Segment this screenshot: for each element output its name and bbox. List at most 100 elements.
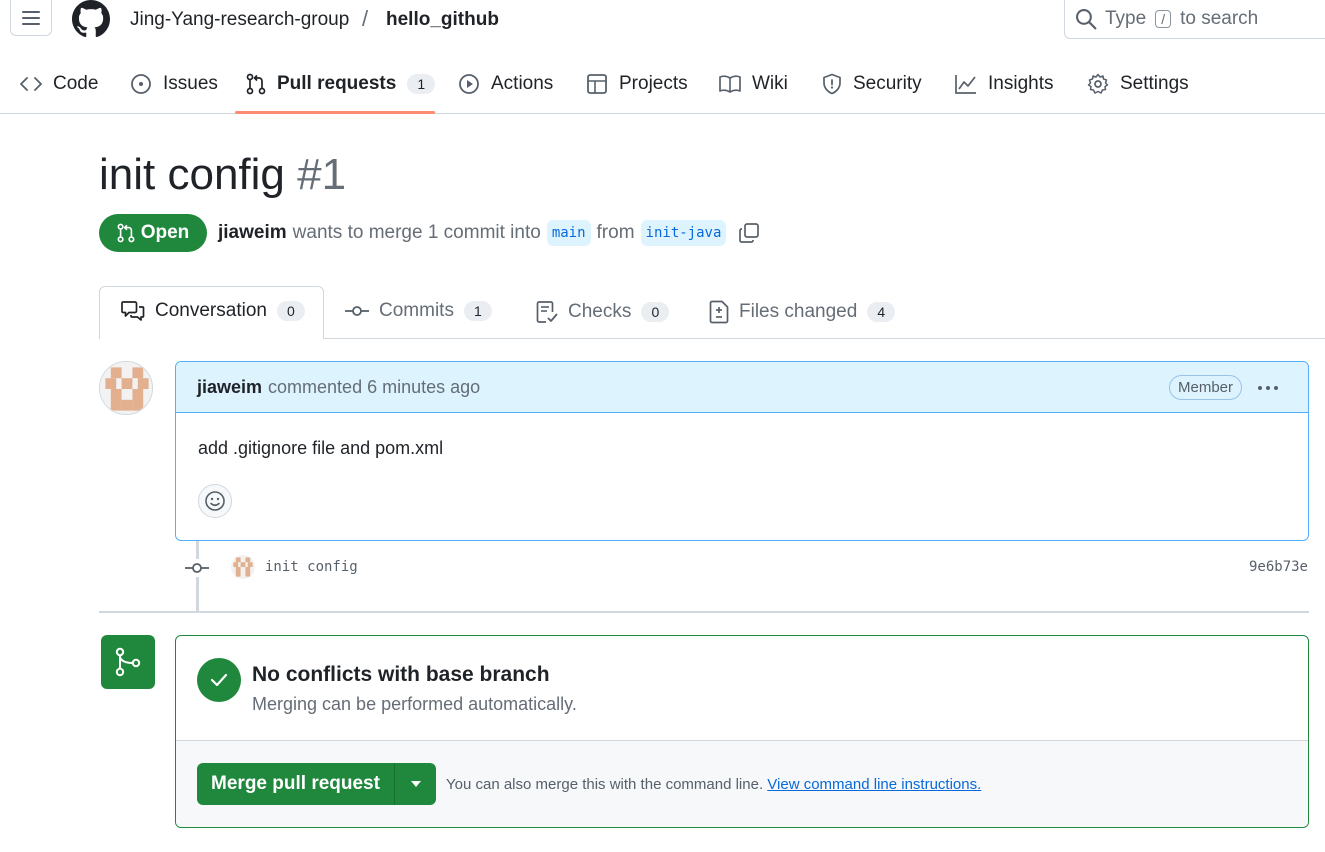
tab-commits-count: 1 [463, 301, 492, 321]
merge-status-title: No conflicts with base branch [252, 663, 550, 686]
merge-status-icon-box [101, 635, 155, 689]
commit-author-avatar[interactable] [231, 555, 255, 579]
head-branch[interactable]: init-java [640, 220, 727, 246]
base-branch[interactable]: main [546, 220, 591, 246]
tab-conversation-label: Conversation [155, 300, 267, 321]
tab-files-changed-label: Files changed [739, 301, 858, 322]
pr-author-link[interactable]: jiaweim [218, 222, 287, 244]
pull-requests-count: 1 [407, 74, 436, 94]
search-input[interactable]: Type / to search [1064, 0, 1325, 39]
commit-icon [185, 559, 209, 577]
tab-insights[interactable]: Insights [955, 62, 1053, 106]
add-reaction-button[interactable] [198, 484, 232, 518]
tab-checks-count: 0 [641, 302, 670, 322]
pr-summary: wants to merge 1 commit into [292, 222, 541, 243]
tab-commits[interactable]: Commits 1 [345, 300, 492, 322]
gear-icon [1087, 73, 1109, 94]
command-line-instructions-link[interactable]: View command line instructions. [767, 776, 981, 793]
merge-hint: You can also merge this with the command… [446, 776, 981, 793]
tab-settings[interactable]: Settings [1087, 62, 1189, 106]
graph-icon [955, 75, 976, 94]
smiley-icon [205, 491, 225, 511]
tab-code[interactable]: Code [20, 62, 98, 106]
tab-insights-label: Insights [988, 73, 1054, 94]
page-title: init config #1 [99, 150, 346, 200]
git-merge-icon [115, 647, 141, 677]
play-icon [459, 74, 479, 94]
tab-files-changed[interactable]: Files changed 4 [709, 300, 896, 324]
breadcrumb-repo[interactable]: hello_github [386, 9, 499, 31]
merge-pull-request-button[interactable]: Merge pull request [197, 763, 395, 805]
tab-security[interactable]: Security [822, 62, 922, 106]
tab-wiki[interactable]: Wiki [719, 62, 788, 106]
tab-actions-label: Actions [491, 73, 554, 94]
avatar[interactable] [99, 361, 153, 415]
tab-security-label: Security [853, 73, 922, 94]
pull-request-icon [117, 223, 135, 243]
tab-pull-requests-label: Pull requests [277, 73, 397, 94]
commit-sha-link[interactable]: 9e6b73e [1249, 559, 1308, 575]
comment-author-link[interactable]: jiaweim [197, 377, 262, 398]
check-circle-icon [197, 658, 241, 702]
kebab-horizontal-icon[interactable] [1256, 376, 1280, 400]
comment-timestamp[interactable]: commented 6 minutes ago [268, 377, 480, 398]
tab-pull-requests[interactable]: Pull requests 1 [246, 62, 436, 106]
search-icon [1076, 9, 1097, 30]
comment-body: add .gitignore file and pom.xml [198, 438, 444, 458]
merge-status-subtitle: Merging can be performed automatically. [252, 694, 577, 714]
active-tab-underline [235, 111, 435, 114]
tab-files-changed-count: 4 [867, 302, 896, 322]
repo-nav: Code Issues Pull requests 1 Actions Proj… [0, 62, 1325, 114]
comment-header: jiaweim commented 6 minutes ago Member [176, 362, 1308, 413]
timeline-divider [99, 611, 1309, 613]
comment-discussion-icon [121, 301, 145, 321]
checklist-icon [536, 301, 558, 323]
breadcrumb-owner[interactable]: Jing-Yang-research-group [130, 9, 349, 31]
tab-code-label: Code [53, 73, 99, 94]
commit-message-link[interactable]: init config [265, 559, 358, 575]
pr-from-word: from [596, 222, 635, 243]
merge-options-dropdown[interactable] [395, 763, 436, 805]
tab-issues-label: Issues [163, 73, 218, 94]
breadcrumb-separator: / [362, 6, 369, 31]
pull-request-icon [246, 73, 266, 95]
shield-icon [823, 73, 841, 95]
tab-commits-label: Commits [379, 300, 454, 321]
tab-conversation-count: 0 [276, 301, 305, 321]
tabs-divider [323, 338, 1325, 339]
issue-icon [131, 74, 151, 94]
tab-checks-label: Checks [568, 301, 632, 322]
tab-checks[interactable]: Checks 0 [536, 300, 670, 324]
tab-wiki-label: Wiki [752, 73, 788, 94]
merge-box: No conflicts with base branch Merging ca… [175, 635, 1309, 828]
menu-button[interactable] [10, 0, 52, 36]
comment-card: jiaweim commented 6 minutes ago Member a… [175, 361, 1309, 541]
commit-icon [345, 306, 369, 316]
member-badge: Member [1168, 375, 1242, 400]
pr-title: init config [99, 150, 285, 199]
search-prefix: Type [1105, 8, 1147, 29]
github-logo-icon[interactable] [70, 0, 112, 38]
status-badge: Open [99, 214, 207, 252]
tab-actions[interactable]: Actions [458, 62, 553, 106]
search-suffix: to search [1180, 8, 1259, 29]
code-icon [20, 77, 42, 91]
book-icon [719, 75, 741, 93]
table-icon [587, 74, 607, 94]
pr-meta: jiaweim wants to merge 1 commit into mai… [218, 220, 760, 246]
tab-projects-label: Projects [619, 73, 688, 94]
tab-projects[interactable]: Projects [586, 62, 688, 106]
copy-icon[interactable] [738, 222, 760, 244]
tab-conversation[interactable]: Conversation 0 [121, 300, 305, 322]
merge-hint-text: You can also merge this with the command… [446, 776, 764, 793]
hamburger-icon [22, 10, 40, 25]
merge-footer: Merge pull request You can also merge th… [176, 740, 1308, 827]
merge-button-group: Merge pull request [197, 763, 436, 805]
tab-settings-label: Settings [1120, 73, 1189, 94]
pr-number: #1 [297, 150, 347, 199]
search-shortcut-key: / [1155, 10, 1172, 28]
check-icon [210, 673, 228, 687]
status-badge-label: Open [140, 222, 190, 243]
tab-issues[interactable]: Issues [130, 62, 218, 106]
file-diff-icon [709, 300, 729, 324]
